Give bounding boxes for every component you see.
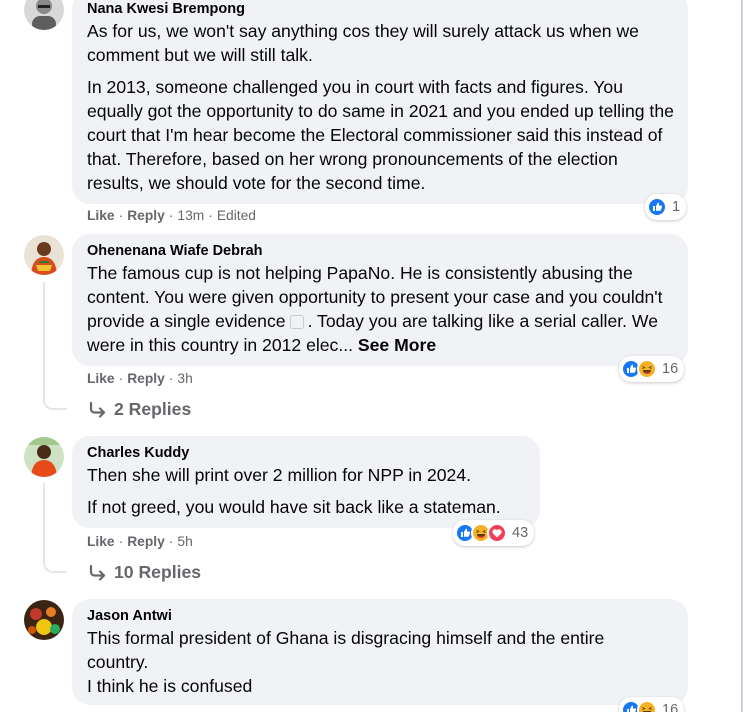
reply-button[interactable]: Reply (127, 371, 165, 386)
reaction-count: 16 (662, 702, 679, 712)
comment-bubble: Nana Kwesi Brempong As for us, we won't … (72, 0, 688, 204)
reaction-summary[interactable]: 16 (619, 697, 685, 712)
comment-bubble: Jason Antwi This formal president of Gha… (72, 599, 688, 705)
reaction-summary[interactable]: 43 (453, 520, 535, 546)
avatar[interactable] (24, 235, 64, 275)
avatar[interactable] (24, 437, 64, 477)
comment-text: Then she will print over 2 million for N… (87, 465, 471, 485)
comment-timestamp[interactable]: 3h (177, 371, 192, 386)
comment-author[interactable]: Nana Kwesi Brempong (87, 0, 674, 19)
reply-button[interactable]: Reply (127, 534, 165, 549)
like-button[interactable]: Like (87, 534, 115, 549)
comment-actions: Like · Reply · 5h (87, 534, 193, 549)
reaction-count: 1 (672, 199, 681, 215)
comment-text: This formal president of Ghana is disgra… (87, 628, 605, 672)
comment-text: As for us, we won't say anything cos the… (87, 21, 639, 65)
reply-button[interactable]: Reply (127, 208, 165, 223)
comment-text: The famous cup is not helping PapaNo. He… (87, 263, 663, 355)
haha-reaction-icon (637, 700, 657, 712)
avatar[interactable] (24, 600, 64, 640)
thread-line (43, 483, 67, 573)
reply-arrow-icon (89, 564, 106, 581)
thread-line (43, 282, 67, 410)
love-reaction-icon (487, 523, 507, 543)
comment-actions: Like · Reply · 3h (87, 371, 193, 386)
edited-label[interactable]: Edited (217, 208, 256, 223)
replies-label: 10 Replies (114, 562, 202, 582)
reaction-summary[interactable]: 1 (645, 194, 687, 220)
avatar[interactable] (24, 0, 64, 30)
reaction-count: 16 (662, 361, 679, 377)
reaction-summary[interactable]: 16 (619, 356, 685, 382)
comment-author[interactable]: Jason Antwi (87, 607, 674, 626)
comment-text: If not greed, you would have sit back li… (87, 497, 501, 517)
reply-arrow-icon (89, 401, 106, 418)
comment-text: I think he is confused (87, 676, 253, 696)
emoji-icon (289, 315, 304, 330)
like-reaction-icon (647, 197, 667, 217)
haha-reaction-icon (637, 359, 657, 379)
comment-author[interactable]: Ohenenana Wiafe Debrah (87, 242, 674, 261)
comments-section: Nana Kwesi Brempong As for us, we won't … (0, 0, 743, 712)
see-more-link[interactable]: See More (358, 335, 436, 355)
comment-author[interactable]: Charles Kuddy (87, 444, 526, 463)
like-button[interactable]: Like (87, 208, 115, 223)
replies-label: 2 Replies (114, 399, 192, 419)
view-replies-button[interactable]: 2 Replies (88, 399, 191, 420)
comment-actions: Like · Reply · 13m · Edited (87, 208, 256, 223)
comment-timestamp[interactable]: 5h (177, 534, 192, 549)
comment-timestamp[interactable]: 13m (177, 208, 204, 223)
comment-bubble: Charles Kuddy Then she will print over 2… (72, 436, 540, 528)
view-replies-button[interactable]: 10 Replies (88, 562, 201, 583)
comment-text: In 2013, someone challenged you in court… (87, 77, 674, 193)
comment-bubble: Ohenenana Wiafe Debrah The famous cup is… (72, 234, 688, 366)
reaction-count: 43 (512, 525, 529, 541)
like-button[interactable]: Like (87, 371, 115, 386)
